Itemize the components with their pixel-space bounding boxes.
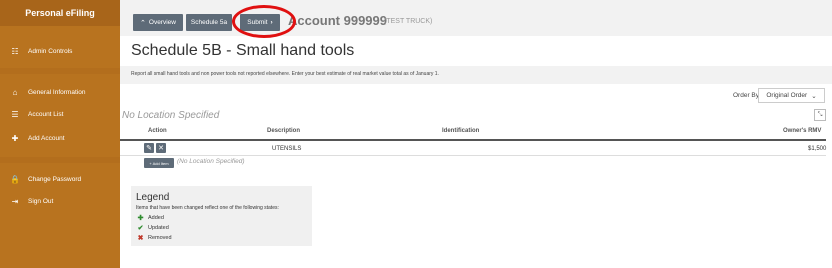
legend-item-label: Removed [148,235,172,241]
col-header-identification: Identification [442,128,480,134]
x-icon: ✖ [137,235,144,242]
chevron-down-icon: ⌄ [811,92,817,100]
app-title: Personal eFiling [0,0,120,26]
table-header-divider [120,139,826,141]
sidebar-item-account-list[interactable]: ☰ Account List [0,106,120,122]
legend-item-label: Added [148,215,164,221]
chevron-up-icon: ⌃ [140,19,146,27]
schedule-button[interactable]: Schedule 5a [186,14,232,31]
location-title: No Location Specified [122,110,220,121]
plus-icon: ✚ [137,215,144,222]
sidebar-item-general-information[interactable]: ⌂ General Information [0,84,120,100]
sidebar-item-label: Account List [28,110,64,118]
sidebar-item-label: Add Account [28,134,65,142]
table-row-divider [120,155,826,156]
admin-controls-icon: ☷ [11,46,19,56]
sidebar-item-add-account[interactable]: ✚ Add Account [0,130,120,146]
col-header-description: Description [267,128,301,134]
home-icon: ⌂ [12,87,18,97]
legend-item-label: Updated [148,225,169,231]
sign-out-icon: ⇥ [11,196,19,206]
sidebar-divider [0,68,120,74]
sidebar-item-label: General Information [28,88,86,96]
col-header-rmv: Owner's RMV [783,128,822,134]
add-item-note: (No Location Specified) [177,158,245,165]
sidebar-item-change-password[interactable]: 🔒 Change Password [0,171,120,187]
sidebar-item-label: Admin Controls [28,47,73,55]
row-description: UTENSILS [272,146,302,152]
legend-subtitle: Items that have been changed reflect one… [136,205,279,211]
legend-item-added: ✚ Added [137,214,164,222]
order-by-select[interactable]: Original Order ⌄ [758,88,825,103]
legend-item-updated: ✔ Updated [137,224,169,232]
edit-icon[interactable]: ✎ [144,143,154,153]
order-by-label: Order By [733,92,760,99]
plus-icon: ✚ [11,133,19,143]
checkmark-icon: ✔ [137,225,144,232]
legend-item-removed: ✖ Removed [137,234,172,242]
row-rmv: $1,500 [808,146,827,152]
add-item-button[interactable]: + Add Item [144,158,174,168]
expand-icon[interactable]: ⤡ [814,109,826,121]
page-title: Schedule 5B - Small hand tools [131,42,355,59]
account-subtitle: (TEST TRUCK) [384,18,433,25]
lock-icon: 🔒 [10,174,20,184]
sidebar: Personal eFiling ☷ Admin Controls ⌂ Gene… [0,0,120,268]
page-description: Report all small hand tools and non powe… [131,71,439,77]
sidebar-item-label: Change Password [28,175,82,183]
highlight-circle [232,5,296,38]
overview-button-label: Overview [148,19,176,26]
col-header-action: Action [148,128,167,134]
sidebar-item-label: Sign Out [28,197,54,205]
order-by-value: Original Order [766,92,808,99]
account-title: Account 999999 [288,13,387,28]
list-icon: ☰ [11,109,19,119]
legend-title: Legend [136,192,170,203]
sidebar-item-sign-out[interactable]: ⇥ Sign Out [0,193,120,209]
overview-button[interactable]: ⌃ Overview [133,14,183,31]
sidebar-divider [0,157,120,163]
delete-icon[interactable]: ✕ [156,143,166,153]
sidebar-item-admin-controls[interactable]: ☷ Admin Controls [0,43,120,59]
